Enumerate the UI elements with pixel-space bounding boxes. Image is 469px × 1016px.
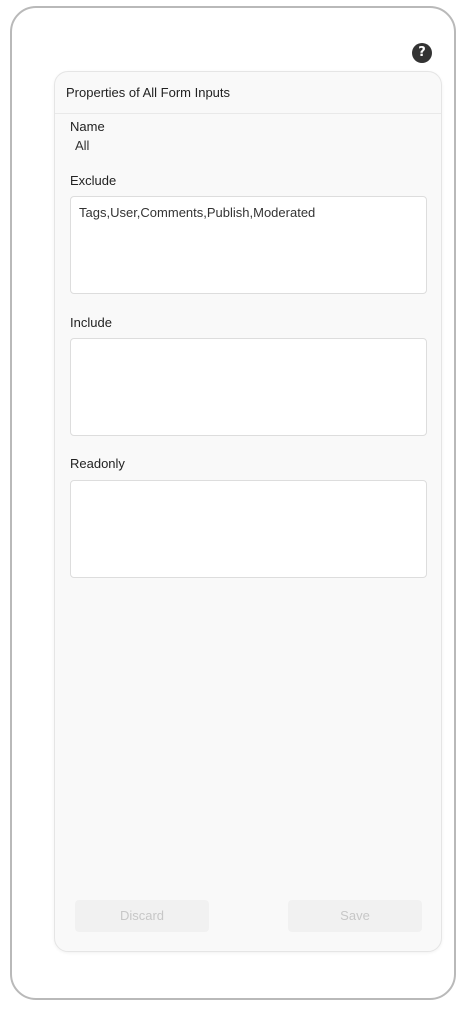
help-icon[interactable]: ? (412, 43, 432, 63)
discard-button[interactable]: Discard (75, 900, 209, 932)
exclude-field[interactable] (70, 196, 427, 294)
name-label: Name (70, 119, 105, 134)
readonly-field[interactable] (70, 480, 427, 578)
panel-title: Properties of All Form Inputs (55, 72, 441, 114)
include-label: Include (70, 315, 112, 330)
save-button[interactable]: Save (288, 900, 422, 932)
device-frame: ? Properties of All Form Inputs Name All… (10, 6, 456, 1000)
exclude-label: Exclude (70, 173, 117, 188)
readonly-label: Readonly (70, 456, 125, 471)
name-value: All (75, 138, 90, 153)
properties-panel: Properties of All Form Inputs Name All E… (54, 71, 442, 952)
include-field[interactable] (70, 338, 427, 436)
